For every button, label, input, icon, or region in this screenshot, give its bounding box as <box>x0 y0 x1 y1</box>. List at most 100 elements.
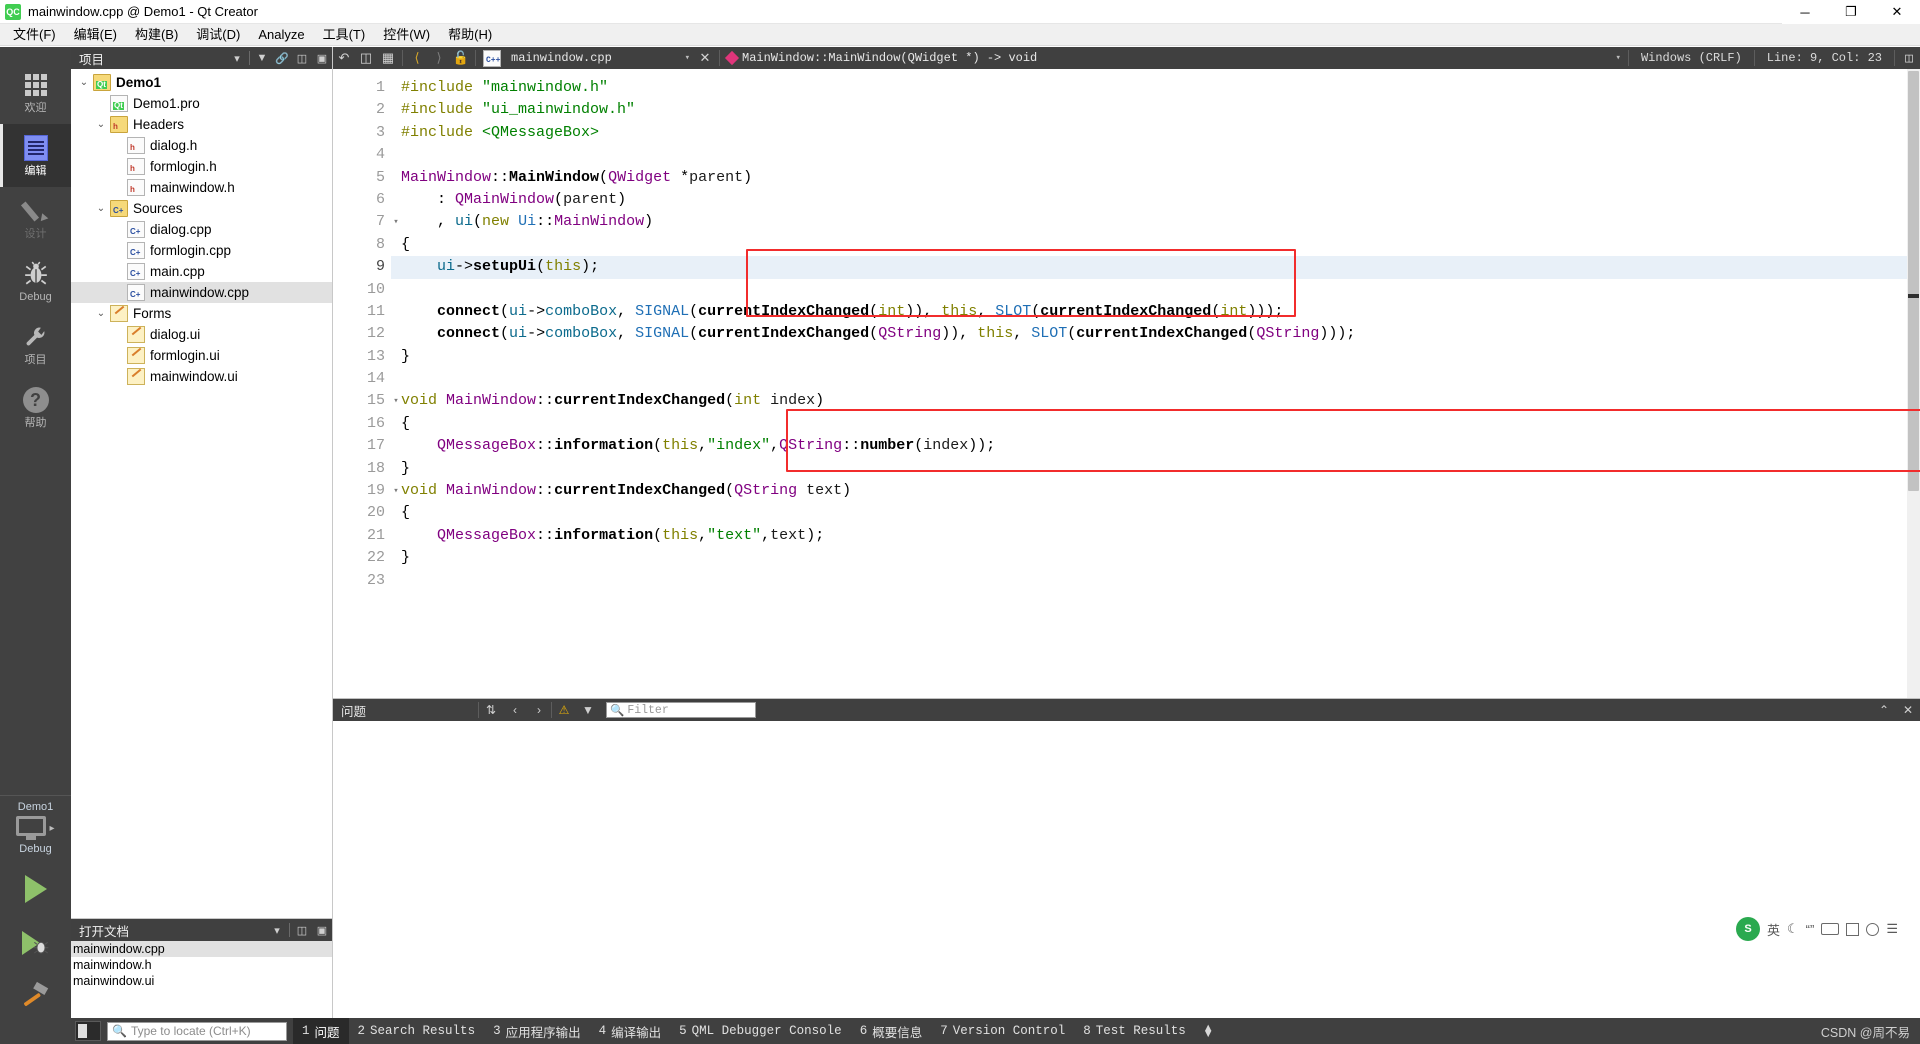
symbol-chevron-down-icon[interactable]: ▾ <box>1606 53 1621 63</box>
code-line[interactable]: : QMainWindow(parent) <box>391 189 1920 211</box>
chevron-down-icon[interactable]: ▾ <box>675 53 690 63</box>
open-documents-list[interactable]: mainwindow.cpp mainwindow.h mainwindow.ui <box>71 941 332 989</box>
circle-icon[interactable] <box>1866 922 1880 936</box>
run-button[interactable] <box>0 862 71 916</box>
output-pane-updown-icon[interactable]: ▲ ▼ <box>1195 1023 1222 1040</box>
warning-icon[interactable]: ⚠ <box>552 699 576 721</box>
link-icon[interactable]: 🔗 <box>272 48 292 68</box>
code-view[interactable]: 1 2 3 4 5 6 7 ▾ 8 9 10 11 12 13 14 15 ▾ 16 17 18 19 ▾ 20 21 22 23… <box>333 69 1920 698</box>
code-line[interactable]: connect(ui->comboBox, SIGNAL(currentInde… <box>391 301 1920 323</box>
issues-list[interactable] <box>333 721 1920 1018</box>
ime-floating-bar[interactable]: S 英 ☾ “” ☰ <box>1730 914 1904 944</box>
tree-item-forms[interactable]: ⌄ Forms <box>71 303 332 324</box>
open-document-item[interactable]: mainwindow.cpp <box>71 941 332 957</box>
square-icon[interactable] <box>1846 922 1860 936</box>
maximize-pane-button[interactable]: ⌃ <box>1872 699 1896 721</box>
mode-welcome[interactable]: 欢迎 <box>0 61 71 124</box>
issues-filter-input[interactable]: 🔍 Filter <box>606 702 756 718</box>
code-line[interactable]: } <box>391 346 1920 368</box>
expand-chevron-icon[interactable]: ⌄ <box>92 119 110 130</box>
tree-item-dialog-h[interactable]: ⌄hdialog.h <box>71 135 332 156</box>
ime-mode-label[interactable]: 英 <box>1767 920 1780 939</box>
projects-dropdown-icon[interactable]: ▾ <box>227 48 247 68</box>
code-line[interactable]: MainWindow::MainWindow(QWidget *parent) <box>391 167 1920 189</box>
tree-item-mainwindow-h[interactable]: ⌄hmainwindow.h <box>71 177 332 198</box>
split-icon[interactable]: ◫ <box>355 47 377 69</box>
code-line[interactable]: #include <QMessageBox> <box>391 122 1920 144</box>
mode-debug[interactable]: Debug <box>0 250 71 313</box>
project-tree[interactable]: ⌄QtDemo1⌄QtDemo1.pro⌄hHeaders⌄hdialog.h⌄… <box>71 69 332 918</box>
prev-issue-button[interactable]: ‹ <box>503 699 527 721</box>
menu-help[interactable]: 帮助(H) <box>439 24 501 46</box>
kit-selector[interactable]: Demo1 ▸ Debug <box>0 795 71 862</box>
menu-edit[interactable]: 编辑(E) <box>65 24 126 46</box>
code-line[interactable] <box>391 279 1920 301</box>
next-issue-button[interactable]: › <box>527 699 551 721</box>
split-editor-icon[interactable]: ◫ <box>1898 47 1920 69</box>
code-line[interactable]: { <box>391 502 1920 524</box>
build-button[interactable] <box>0 970 71 1018</box>
open-document-item[interactable]: mainwindow.ui <box>71 973 332 989</box>
undo-icon[interactable]: ↶ <box>333 47 355 69</box>
mode-design[interactable]: 设计 <box>0 187 71 250</box>
code-line[interactable]: , ui(new Ui::MainWindow) <box>391 211 1920 233</box>
code-line[interactable]: { <box>391 413 1920 435</box>
output-tab-version-control[interactable]: 7 Version Control <box>931 1018 1074 1044</box>
close-icon[interactable]: ▣ <box>312 48 332 68</box>
tree-item-mainwindow-cpp[interactable]: ⌄C+mainwindow.cpp <box>71 282 332 303</box>
menu-window[interactable]: 控件(W) <box>374 24 439 46</box>
mode-edit[interactable]: 编辑 <box>0 124 71 187</box>
split-side-icon[interactable]: ▦ <box>377 47 399 69</box>
code-line[interactable]: QMessageBox::information(this,"text",tex… <box>391 525 1920 547</box>
code-line[interactable]: connect(ui->comboBox, SIGNAL(currentInde… <box>391 323 1920 345</box>
moon-icon[interactable]: ☾ <box>1787 921 1799 937</box>
tree-item-formlogin-h[interactable]: ⌄hformlogin.h <box>71 156 332 177</box>
keyboard-icon[interactable] <box>1821 923 1840 935</box>
symbol-selector[interactable]: MainWindow::MainWindow(QWidget *) -> voi… <box>723 48 1625 68</box>
tree-item-demo1-pro[interactable]: ⌄QtDemo1.pro <box>71 93 332 114</box>
tree-item-formlogin-ui[interactable]: ⌄formlogin.ui <box>71 345 332 366</box>
output-tab--[interactable]: 3 应用程序输出 <box>484 1018 590 1044</box>
unlocked-icon[interactable]: 🔓 <box>450 47 472 69</box>
menu-debug[interactable]: 调试(D) <box>187 24 249 46</box>
filter-icon[interactable]: ▼ <box>576 699 600 721</box>
code-line[interactable]: } <box>391 458 1920 480</box>
quote-icon[interactable]: “” <box>1806 922 1815 937</box>
code-line[interactable] <box>391 144 1920 166</box>
scrollbar-thumb[interactable] <box>1908 71 1919 491</box>
tree-item-sources[interactable]: ⌄ C+ Sources <box>71 198 332 219</box>
code-line[interactable] <box>391 570 1920 592</box>
tree-item-formlogin-cpp[interactable]: ⌄C+formlogin.cpp <box>71 240 332 261</box>
code-vertical-scrollbar[interactable] <box>1907 69 1920 698</box>
expand-chevron-icon[interactable]: ⌄ <box>75 77 93 88</box>
tree-item-dialog-ui[interactable]: ⌄dialog.ui <box>71 324 332 345</box>
line-ending-selector[interactable]: Windows (CRLF) <box>1632 51 1751 65</box>
menu-build[interactable]: 构建(B) <box>126 24 187 46</box>
tree-item-dialog-cpp[interactable]: ⌄C+dialog.cpp <box>71 219 332 240</box>
toggle-sidebar-icon[interactable] <box>75 1021 101 1041</box>
close-pane-button[interactable]: ✕ <box>1896 699 1920 721</box>
arrow-forward-icon[interactable]: ⟩ <box>428 47 450 69</box>
output-tab-search-results[interactable]: 2 Search Results <box>349 1018 485 1044</box>
output-tab--[interactable]: 6 概要信息 <box>851 1018 932 1044</box>
menu-icon[interactable]: ☰ <box>1886 921 1898 937</box>
output-tab--[interactable]: 1 问题 <box>293 1018 349 1044</box>
open-document-item[interactable]: mainwindow.h <box>71 957 332 973</box>
tree-item-demo1[interactable]: ⌄ Qt Demo1 <box>71 72 332 93</box>
code-line[interactable]: void MainWindow::currentIndexChanged(int… <box>391 390 1920 412</box>
output-tab-test-results[interactable]: 8 Test Results <box>1074 1018 1195 1044</box>
mode-projects[interactable]: 项目 <box>0 313 71 376</box>
code-line[interactable]: #include "mainwindow.h" <box>391 77 1920 99</box>
minimize-button[interactable]: ─ <box>1782 0 1828 24</box>
arrow-back-icon[interactable]: ⟨ <box>406 47 428 69</box>
code-text[interactable]: #include "mainwindow.h" #include "ui_main… <box>391 69 1920 698</box>
menu-file[interactable]: 文件(F) <box>4 24 65 46</box>
debug-button[interactable] <box>0 916 71 970</box>
menu-analyze[interactable]: Analyze <box>249 24 313 46</box>
code-line[interactable]: { <box>391 234 1920 256</box>
tree-item-main-cpp[interactable]: ⌄C+main.cpp <box>71 261 332 282</box>
opendocs-split-icon[interactable]: ◫ <box>292 920 312 940</box>
close-document-button[interactable]: ✕ <box>694 47 716 69</box>
code-line[interactable]: void MainWindow::currentIndexChanged(QSt… <box>391 480 1920 502</box>
output-pane-tabs[interactable]: 1 问题 2 Search Results 3 应用程序输出 4 编译输出 5 QML Debug… <box>293 1018 1195 1044</box>
